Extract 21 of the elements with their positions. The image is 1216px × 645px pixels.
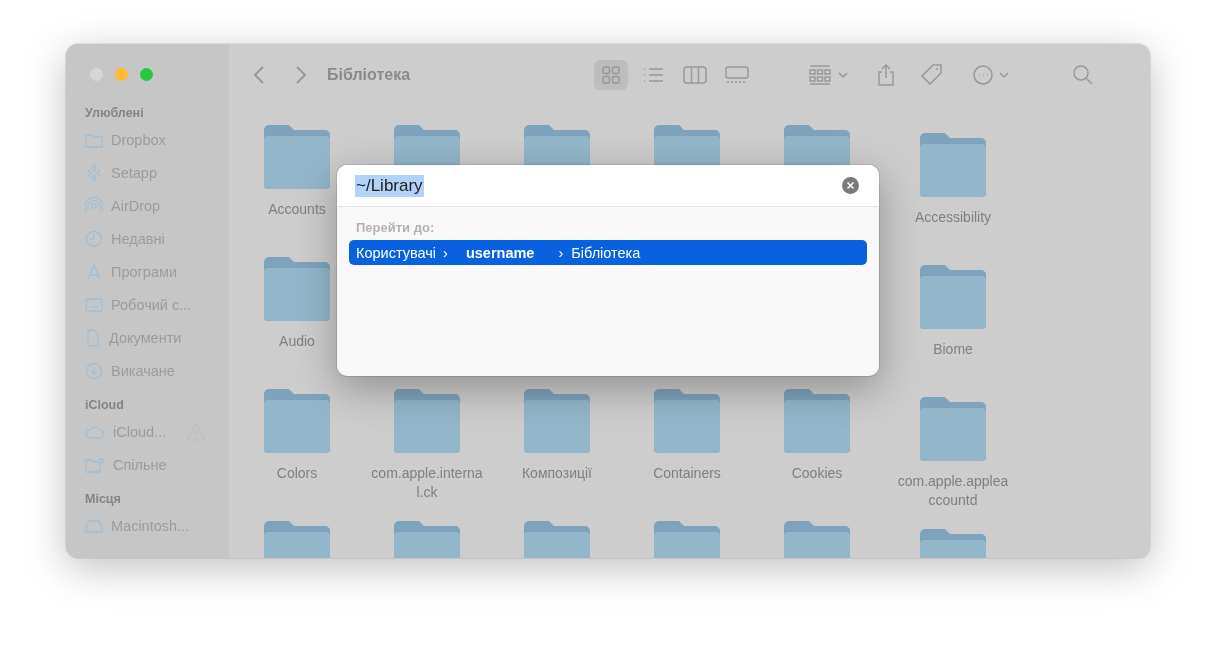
folder-name: Colors xyxy=(275,464,319,483)
folder-name: Containers xyxy=(652,464,722,483)
folder-name: Audio xyxy=(278,332,316,351)
path-separator: › xyxy=(443,244,448,261)
folder-name: Cookies xyxy=(790,464,844,483)
path-suggestion[interactable]: Користувачі › username › Бібліотека xyxy=(349,240,867,265)
folder-name: Композиції xyxy=(520,464,593,483)
folder-name: Accounts xyxy=(267,200,327,219)
path-separator: › xyxy=(558,244,564,261)
window-title: Бібліотека xyxy=(327,66,411,84)
path-label: Бібліотека xyxy=(571,244,641,261)
sidebar-section-title: Улюблені xyxy=(85,105,145,122)
path-label: username xyxy=(465,244,535,261)
folder-name: Accessibility xyxy=(913,208,993,227)
path-label: Користувачі xyxy=(356,244,437,261)
folder-name: com.apple.interna l.ck xyxy=(370,464,484,502)
sidebar-section-title: Місця xyxy=(85,491,122,508)
folder-name: Biome xyxy=(932,340,974,359)
section-title: Перейти до: xyxy=(356,220,436,235)
sidebar-section-title: iCloud xyxy=(85,397,125,414)
folder-name: com.apple.applea ccountd xyxy=(896,472,1010,510)
